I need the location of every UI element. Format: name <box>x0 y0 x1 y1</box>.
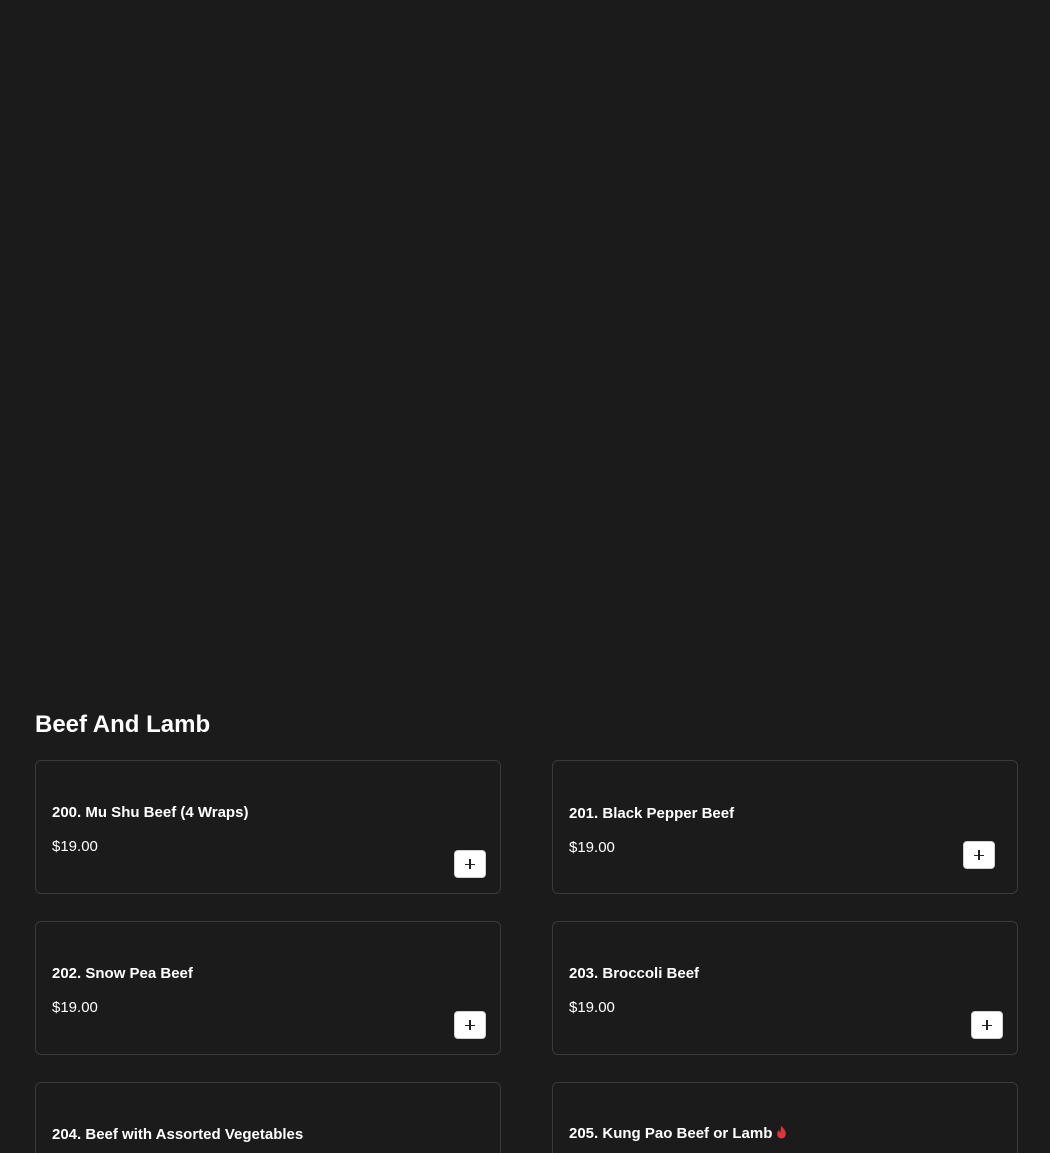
menu-item-price: $19.00 <box>52 838 98 855</box>
menu-item-name: 202. Snow Pea Beef <box>52 965 193 982</box>
menu-item-card[interactable]: 200. Mu Shu Beef (4 Wraps) $19.00 <box>35 760 501 894</box>
menu-item-price: $19.00 <box>52 999 98 1016</box>
menu-item-card[interactable]: 201. Black Pepper Beef $19.00 <box>552 760 1018 894</box>
menu-item-name: 205. Kung Pao Beef or Lamb <box>569 1125 787 1142</box>
flame-icon <box>777 1125 787 1139</box>
menu-item-card[interactable]: 205. Kung Pao Beef or Lamb <box>552 1082 1018 1153</box>
menu-item-price: $19.00 <box>569 999 615 1016</box>
add-to-cart-button[interactable] <box>971 1011 1003 1039</box>
menu-item-name: 203. Broccoli Beef <box>569 965 700 982</box>
menu-item-card[interactable]: 203. Broccoli Beef $19.00 <box>552 921 1018 1055</box>
menu-item-name: 204. Beef with Assorted Vegetables <box>52 1126 304 1143</box>
plus-icon <box>974 850 984 860</box>
plus-icon <box>465 1020 475 1030</box>
menu-item-name: 201. Black Pepper Beef <box>569 805 735 822</box>
add-to-cart-button[interactable] <box>454 1011 486 1039</box>
menu-item-card[interactable]: 202. Snow Pea Beef $19.00 <box>35 921 501 1055</box>
menu-item-card[interactable]: 204. Beef with Assorted Vegetables <box>35 1082 501 1153</box>
menu-item-name-text: 205. Kung Pao Beef or Lamb <box>569 1125 773 1142</box>
menu-item-name: 200. Mu Shu Beef (4 Wraps) <box>52 804 249 821</box>
menu-item-price: $19.00 <box>569 839 615 856</box>
add-to-cart-button[interactable] <box>963 841 995 869</box>
plus-icon <box>465 859 475 869</box>
section-title: Beef And Lamb <box>35 711 211 738</box>
add-to-cart-button[interactable] <box>454 850 486 878</box>
plus-icon <box>982 1020 992 1030</box>
